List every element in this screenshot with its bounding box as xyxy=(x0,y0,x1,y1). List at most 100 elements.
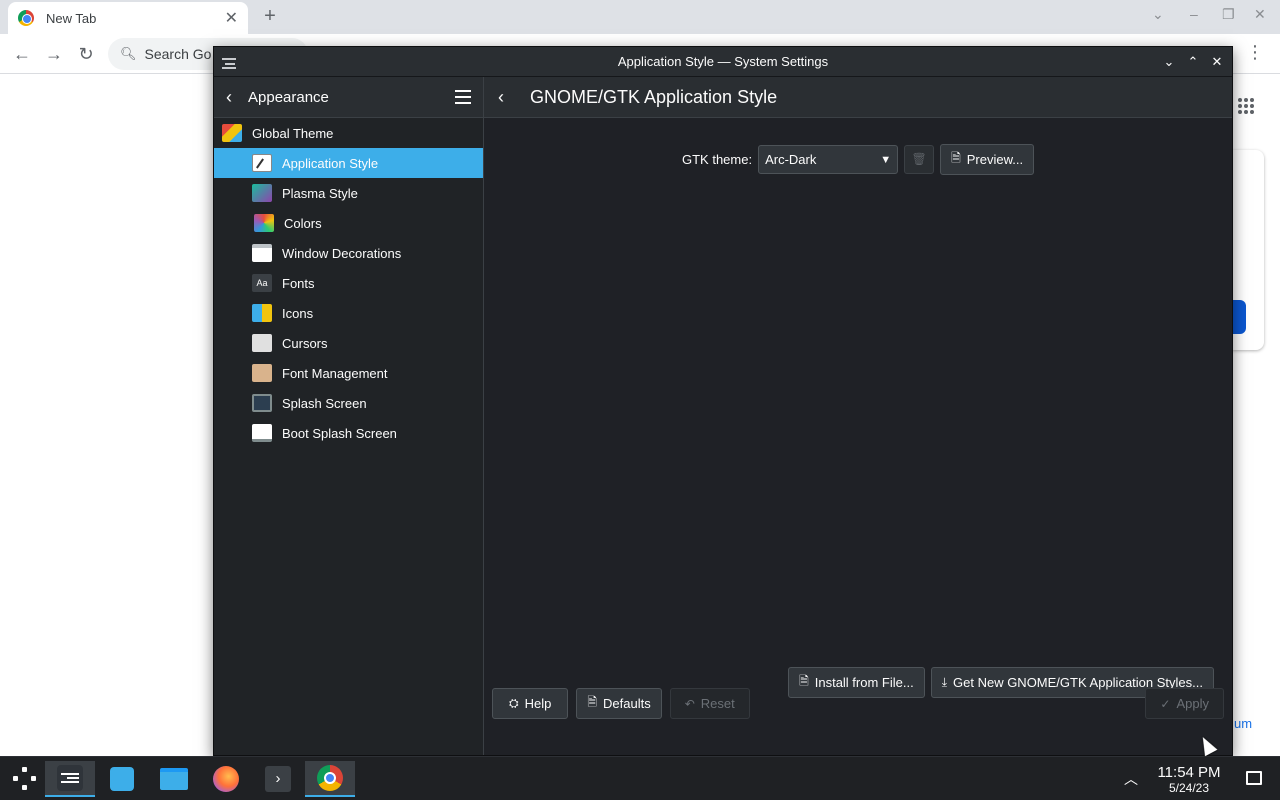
taskbar-konsole[interactable]: › xyxy=(253,761,303,797)
sidebar-title: Appearance xyxy=(248,88,329,106)
system-settings-icon xyxy=(57,765,83,791)
close-tab-icon[interactable]: ✕ xyxy=(225,8,238,28)
more-menu-icon[interactable]: ⋮ xyxy=(1246,42,1264,63)
window-close-icon[interactable]: ✕ xyxy=(1210,53,1224,71)
global-theme-icon xyxy=(222,124,242,142)
install-label: Install from File... xyxy=(814,675,914,690)
sidebar-item-fonts[interactable]: Aa Fonts xyxy=(214,268,483,298)
preview-button[interactable]: 🗎 Preview... xyxy=(940,144,1035,175)
taskbar-dolphin[interactable] xyxy=(149,761,199,797)
sidebar-item-label: Cursors xyxy=(282,335,328,351)
sidebar-item-label: Window Decorations xyxy=(282,245,402,261)
document-icon: 🗎 xyxy=(799,674,809,688)
defaults-button[interactable]: 🗎 Defaults xyxy=(576,688,662,719)
sidebar-item-colors[interactable]: Colors xyxy=(214,208,483,238)
application-style-icon xyxy=(252,154,272,172)
sidebar-item-label: Font Management xyxy=(282,365,388,381)
browser-blue-button[interactable] xyxy=(1232,300,1246,334)
firefox-icon xyxy=(213,766,239,792)
sidebar-item-application-style[interactable]: Application Style xyxy=(214,148,483,178)
sidebar-item-label: Boot Splash Screen xyxy=(282,425,397,441)
minimize-icon[interactable]: – xyxy=(1190,6,1198,22)
icons-icon xyxy=(252,304,272,322)
apps-grid-icon[interactable] xyxy=(1238,98,1254,114)
new-tab-button[interactable]: + xyxy=(258,4,282,28)
sidebar-item-font-management[interactable]: Font Management xyxy=(214,358,483,388)
chrome-icon xyxy=(18,10,34,26)
system-settings-window: Application Style — System Settings ⌄ ⌃ … xyxy=(213,46,1233,756)
gtk-theme-label: GTK theme: xyxy=(682,152,753,167)
delete-theme-button[interactable]: 🗑︎ xyxy=(904,145,935,174)
preview-label: Preview... xyxy=(966,152,1024,167)
help-button[interactable]: ⛭ Help xyxy=(492,688,569,719)
plasma-style-icon xyxy=(252,184,272,202)
back-icon[interactable]: ‹ xyxy=(498,87,530,108)
sidebar-item-label: Plasma Style xyxy=(282,185,358,201)
system-tray-expand-icon[interactable]: ︿ xyxy=(1124,769,1138,789)
splash-screen-icon xyxy=(252,394,272,412)
browser-tab-bar: New Tab ✕ + ⌄ – ❐ ✕ xyxy=(0,0,1280,34)
taskbar-chrome[interactable] xyxy=(305,761,355,797)
sidebar-item-boot-splash-screen[interactable]: Boot Splash Screen xyxy=(214,418,483,448)
download-icon: ⤓ xyxy=(941,675,948,689)
sidebar-item-label: Application Style xyxy=(282,155,379,171)
gtk-theme-row: GTK theme: Arc-Dark ▼ 🗑︎ 🗎 Preview... xyxy=(682,144,1035,175)
window-minimize-icon[interactable]: ⌄ xyxy=(1162,53,1176,71)
system-settings-app-icon[interactable] xyxy=(220,53,238,71)
window-titlebar[interactable]: Application Style — System Settings ⌄ ⌃ … xyxy=(214,47,1232,77)
window-title: Application Style — System Settings xyxy=(617,54,829,69)
discover-store-icon xyxy=(110,767,134,791)
show-desktop-icon[interactable] xyxy=(1246,771,1262,785)
sidebar-item-plasma-style[interactable]: Plasma Style xyxy=(214,178,483,208)
apply-label: Apply xyxy=(1176,696,1209,711)
hamburger-menu-icon[interactable] xyxy=(455,90,471,104)
clock-time: 11:54 PM xyxy=(1157,764,1221,781)
taskbar-system-settings[interactable] xyxy=(45,761,95,797)
sidebar-item-splash-screen[interactable]: Splash Screen xyxy=(214,388,483,418)
back-icon[interactable]: ← xyxy=(10,42,34,66)
footer-right-buttons: ✓ Apply xyxy=(1145,688,1224,719)
digital-clock[interactable]: 11:54 PM 5/24/23 xyxy=(1150,764,1228,796)
sidebar-item-global-theme[interactable]: Global Theme xyxy=(214,118,483,148)
browser-link[interactable]: um xyxy=(1234,716,1252,731)
reload-icon[interactable]: ↻ xyxy=(74,42,98,66)
colors-icon xyxy=(254,214,274,232)
back-icon[interactable]: ‹ xyxy=(226,87,246,108)
taskbar: › ︿ 11:54 PM 5/24/23 xyxy=(0,756,1280,800)
fonts-icon: Aa xyxy=(252,274,272,292)
sidebar-item-label: Global Theme xyxy=(252,125,334,141)
chevron-down-icon: ▼ xyxy=(880,153,892,166)
sidebar-item-icons[interactable]: Icons xyxy=(214,298,483,328)
tab-title: New Tab xyxy=(46,10,97,26)
help-label: Help xyxy=(524,696,552,711)
settings-main-panel: ‹ GNOME/GTK Application Style GTK theme:… xyxy=(484,77,1232,755)
application-launcher[interactable] xyxy=(0,761,50,797)
taskbar-firefox[interactable] xyxy=(201,761,251,797)
font-management-icon xyxy=(252,364,272,382)
gtk-theme-value: Arc-Dark xyxy=(765,152,817,167)
reset-button[interactable]: ↶ Reset xyxy=(669,688,750,719)
sidebar-item-label: Icons xyxy=(282,305,314,321)
main-header: ‹ GNOME/GTK Application Style xyxy=(484,77,1232,118)
folder-icon xyxy=(160,768,188,790)
defaults-label: Defaults xyxy=(603,696,651,711)
window-maximize-icon[interactable]: ⌃ xyxy=(1186,53,1200,71)
window-decorations-icon xyxy=(252,244,272,262)
sidebar-item-cursors[interactable]: Cursors xyxy=(214,328,483,358)
forward-icon[interactable]: → xyxy=(42,42,66,66)
apply-button[interactable]: ✓ Apply xyxy=(1145,688,1224,719)
footer-left-buttons: ⛭ Help 🗎 Defaults ↶ Reset xyxy=(492,688,750,719)
close-icon[interactable]: ✕ xyxy=(1254,6,1266,23)
sidebar-item-label: Splash Screen xyxy=(282,395,367,411)
browser-tab[interactable]: New Tab ✕ xyxy=(8,2,248,34)
sidebar-item-window-decorations[interactable]: Window Decorations xyxy=(214,238,483,268)
omnibox-placeholder: Search Go xyxy=(144,46,212,62)
chevron-down-icon[interactable]: ⌄ xyxy=(1152,6,1164,23)
restore-icon[interactable]: ❐ xyxy=(1222,6,1235,23)
page-title: GNOME/GTK Application Style xyxy=(530,86,778,107)
gtk-theme-select[interactable]: Arc-Dark ▼ xyxy=(758,145,899,174)
checkmark-icon: ✓ xyxy=(1160,696,1171,711)
taskbar-discover[interactable] xyxy=(97,761,147,797)
clock-date: 5/24/23 xyxy=(1168,781,1210,795)
install-from-file-button[interactable]: 🗎 Install from File... xyxy=(788,667,925,698)
